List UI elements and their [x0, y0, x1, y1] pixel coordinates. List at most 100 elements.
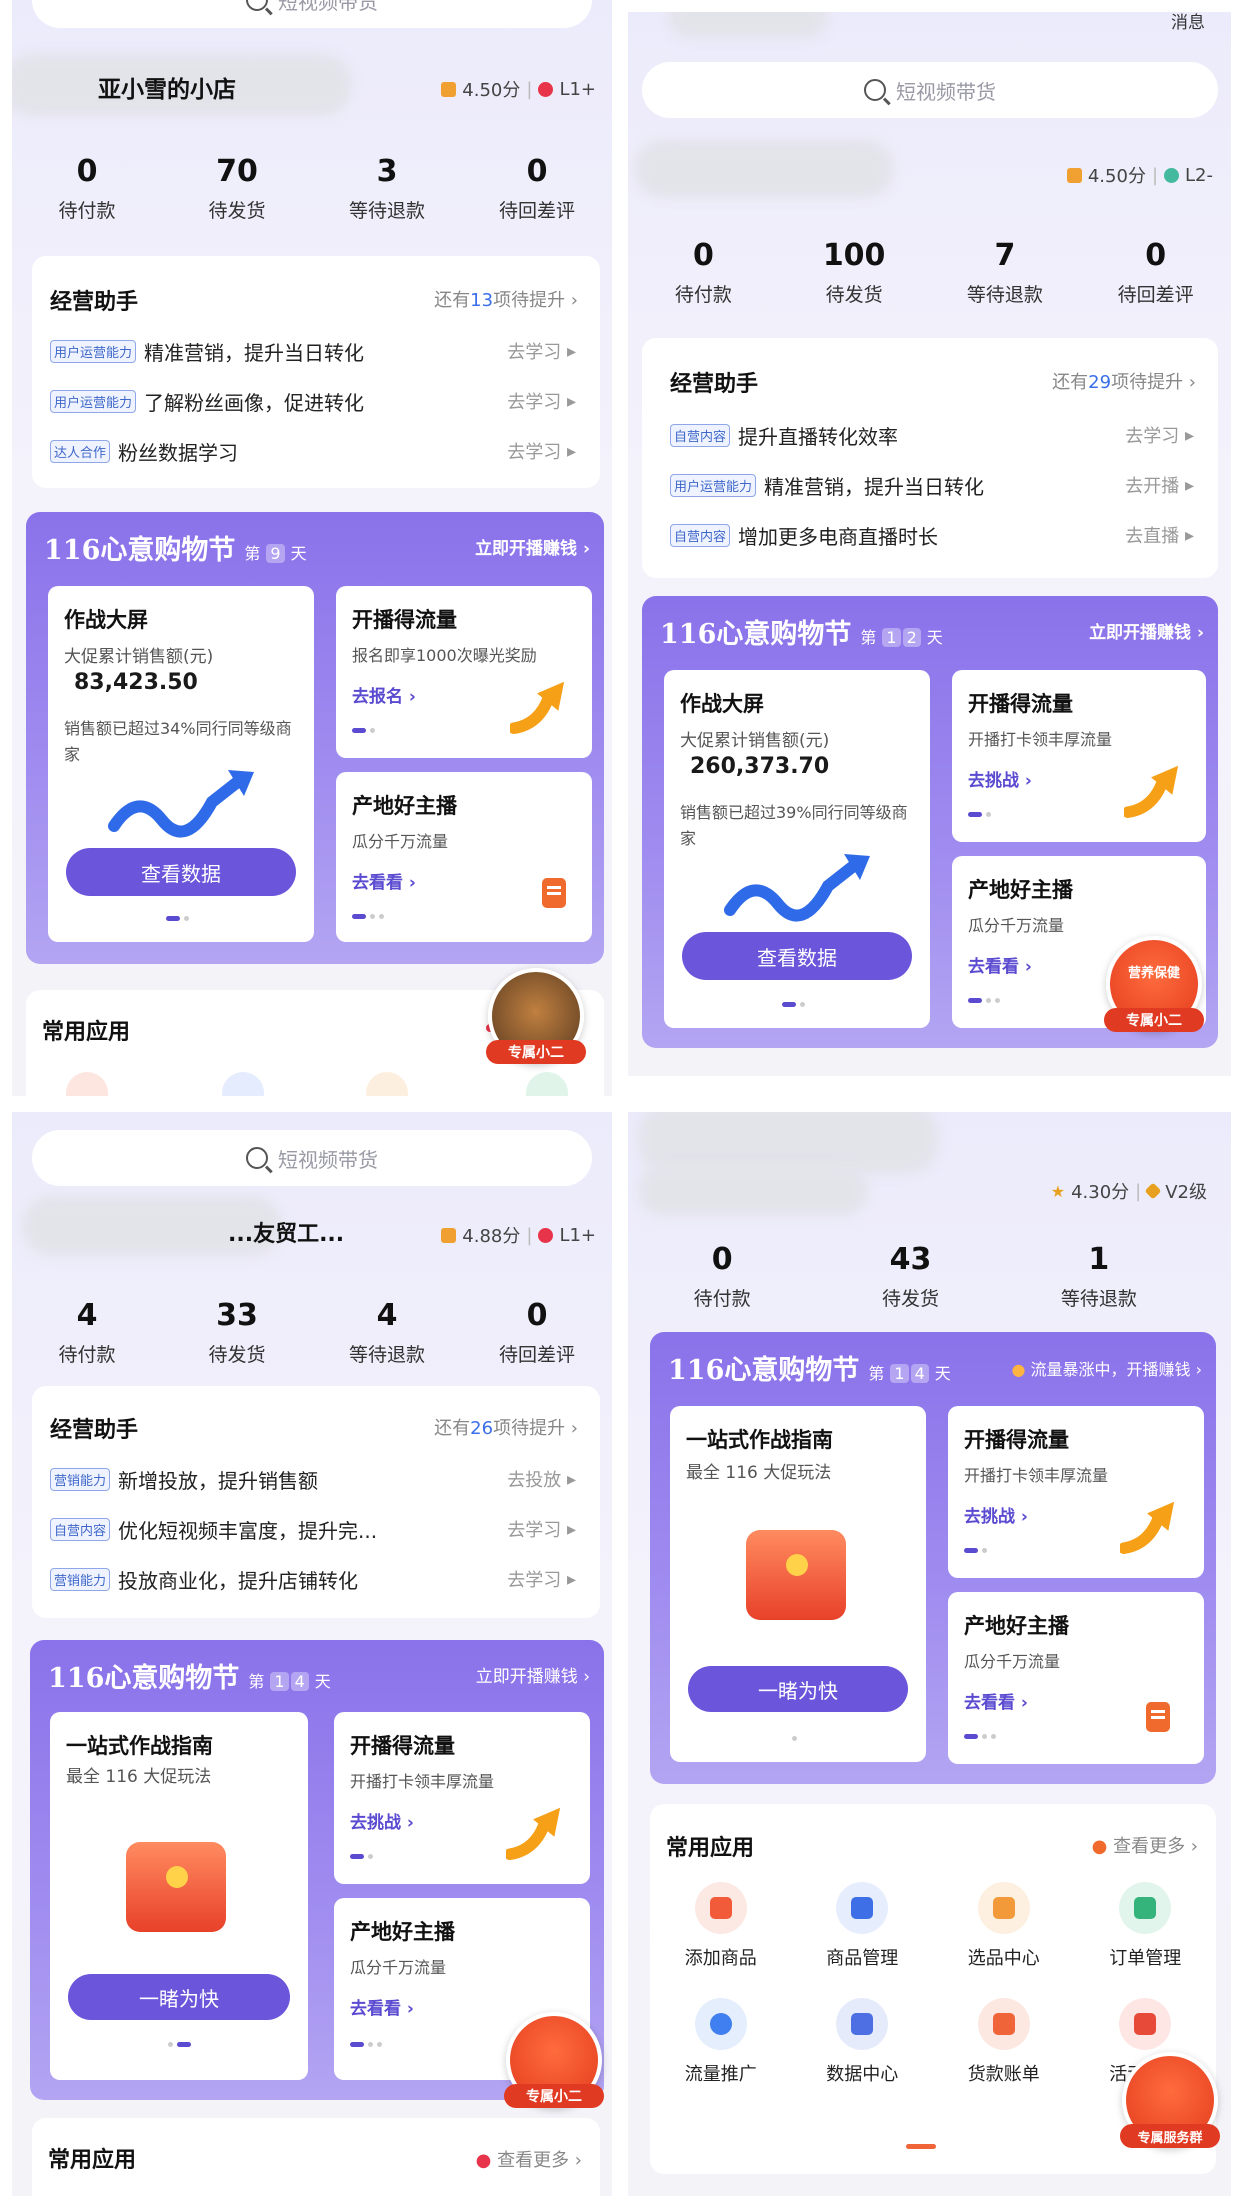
star-icon: ★ — [1050, 1181, 1066, 1201]
battle-screen-title: 作战大屏 — [64, 608, 148, 632]
stat-pending-payment[interactable]: 0 待付款 — [628, 236, 779, 307]
assistant-row[interactable]: 用户运营能力 了解粉丝画像，促进转化 去学习 ▸ — [50, 384, 576, 418]
order-stats: 4 待付款 33 待发货 4 等待退款 0 待回差评 — [12, 1296, 612, 1367]
shop-name[interactable]: 亚小雪的小店 — [98, 70, 236, 104]
search-bar[interactable]: 短视频带货 — [32, 0, 592, 28]
live-traffic-card[interactable]: 开播得流量 开播打卡领丰厚流量 去挑战 › — [334, 1712, 590, 1884]
messages-link[interactable]: 消息 — [1171, 12, 1205, 33]
trend-arrow-icon — [108, 770, 254, 838]
promo-title: 116心意购物节第 9 天 — [44, 535, 307, 566]
apps-more-link[interactable]: ● 查看更多 › — [1092, 1832, 1198, 1858]
battle-screen-card[interactable]: 作战大屏 大促累计销售额(元) 260,373.70 销售额已超过39%同行同等… — [664, 670, 930, 1028]
view-data-button[interactable]: 查看数据 — [66, 848, 296, 896]
apps-more-link[interactable]: ● 查看更多 › — [476, 2146, 582, 2172]
app-data-center[interactable]: 数据中心 — [792, 1998, 934, 2086]
app-product-manage[interactable]: 商品管理 — [792, 1882, 934, 1970]
level-icon — [538, 81, 554, 97]
stat-pending-payment[interactable]: 4 待付款 — [12, 1296, 162, 1367]
level-icon — [538, 1227, 554, 1243]
traffic-icon — [694, 1998, 747, 2050]
battle-screen-card[interactable]: 作战大屏 大促累计销售额(元) 83,423.50 销售额已超过34%同行同等级… — [48, 586, 314, 942]
shop-score[interactable]: 4.50分 | L2- — [1066, 162, 1213, 188]
stat-to-ship[interactable]: 100 待发货 — [779, 236, 930, 307]
battle-guide-card[interactable]: 一站式作战指南 最全 116 大促玩法 一睹为快 — [50, 1712, 308, 2080]
order-stats: 0 待付款 70 待发货 3 等待退款 0 待回差评 — [12, 152, 612, 223]
add-product-icon[interactable] — [66, 1072, 108, 1096]
live-traffic-card[interactable]: 开播得流量 开播打卡领丰厚流量 去挑战 › — [948, 1406, 1204, 1578]
stat-bad-review[interactable]: 0 待回差评 — [1080, 236, 1231, 307]
blurred-avatar — [638, 1166, 868, 1216]
exclusive-service-group-badge[interactable]: 专属服务群 — [1120, 2052, 1220, 2148]
score-icon — [441, 81, 457, 97]
exclusive-staff-badge[interactable]: 专属小二 — [486, 968, 586, 1064]
shop-score[interactable]: 4.88分 | L1+ — [441, 1222, 596, 1248]
stat-to-ship[interactable]: 43 待发货 — [816, 1240, 1004, 1311]
exclusive-staff-badge[interactable]: 营养保健 专属小二 — [1104, 936, 1204, 1032]
blurred-header — [668, 12, 828, 38]
app-traffic-promo[interactable]: 流量推广 — [650, 1998, 792, 2086]
live-traffic-card[interactable]: 开播得流量 开播打卡领丰厚流量 去挑战 › — [952, 670, 1206, 842]
view-data-button[interactable]: 查看数据 — [682, 932, 912, 980]
shop-name[interactable]: ...友贸工... — [228, 1216, 344, 1248]
promo-cta[interactable]: 立即开播赚钱 › — [475, 534, 590, 559]
shop-score[interactable]: 4.50分 | L1+ — [441, 76, 596, 102]
exclusive-staff-badge[interactable]: 专属小二 — [504, 2012, 604, 2108]
live-traffic-card[interactable]: 开播得流量 报名即享1000次曝光奖励 去报名 › — [336, 586, 592, 758]
red-envelope-icon — [126, 1842, 226, 1932]
assistant-row[interactable]: 达人合作 粉丝数据学习 去学习 ▸ — [50, 434, 576, 468]
stat-bad-review[interactable]: 0 待回差评 — [462, 152, 612, 223]
app-order-manage[interactable]: 订单管理 — [1075, 1882, 1217, 1970]
gift-card-icon — [1146, 1702, 1170, 1732]
trend-arrow-icon — [724, 854, 870, 922]
promo-notice[interactable]: ● 流量暴涨中，开播赚钱 › — [1011, 1356, 1202, 1380]
stat-pending-payment[interactable]: 0 待付款 — [628, 1240, 816, 1311]
assistant-row[interactable]: 用户运营能力 精准营销，提升当日转化 去开播 ▸ — [670, 468, 1194, 502]
assistant-more[interactable]: 还有13项待提升 › — [434, 286, 578, 312]
assistant-row[interactable]: 自营内容 提升直播转化效率 去学习 ▸ — [670, 418, 1194, 452]
order-icon[interactable] — [526, 1072, 568, 1096]
shop-score[interactable]: ★ 4.30分 | V2级 — [1051, 1178, 1207, 1204]
battle-guide-card[interactable]: 一站式作战指南 最全 116 大促玩法 一睹为快 — [670, 1406, 926, 1762]
stat-bad-review[interactable]: 0 待回差评 — [462, 1296, 612, 1367]
screenshot-panel-2: 消息 短视频带货 4.50分 | L2- 0 待付款 100 待发货 7 等待退款 0 待回… — [628, 12, 1231, 1076]
order-icon — [1119, 1882, 1172, 1934]
promo-cta[interactable]: 立即开播赚钱 › — [1089, 618, 1204, 643]
assistant-card: 经营助手 还有26项待提升 › 营销能力 新增投放，提升销售额 去投放 ▸ 自营内容… — [32, 1386, 600, 1618]
chart-icon — [836, 1998, 889, 2050]
app-bill[interactable]: 货款账单 — [933, 1998, 1075, 2086]
common-apps-card: 常用应用 ● 查看更多 › — [32, 2118, 600, 2196]
promo-title: 116心意购物节第 1 2 天 — [660, 619, 943, 650]
stat-refund[interactable]: 1 等待退款 — [1005, 1240, 1193, 1311]
assistant-more[interactable]: 还有26项待提升 › — [434, 1414, 578, 1440]
assistant-card: 经营助手 还有13项待提升 › 用户运营能力 精准营销，提升当日转化 去学习 ▸ 用… — [32, 256, 600, 488]
assistant-row[interactable]: 自营内容 优化短视频丰富度，提升完... 去学习 ▸ — [50, 1512, 576, 1546]
origin-anchor-card[interactable]: 产地好主播 瓜分千万流量 去看看 › — [948, 1592, 1204, 1764]
app-selection-center[interactable]: 选品中心 — [933, 1882, 1075, 1970]
assistant-row[interactable]: 营销能力 投放商业化，提升店铺转化 去学习 ▸ — [50, 1562, 576, 1596]
take-a-look-button[interactable]: 一睹为快 — [68, 1974, 290, 2020]
take-a-look-button[interactable]: 一睹为快 — [688, 1666, 908, 1712]
stat-refund[interactable]: 7 等待退款 — [930, 236, 1081, 307]
stat-refund[interactable]: 3 等待退款 — [312, 152, 462, 223]
stat-to-ship[interactable]: 33 待发货 — [162, 1296, 312, 1367]
search-bar[interactable]: 短视频带货 — [642, 62, 1218, 118]
promo-cta[interactable]: 立即开播赚钱 › — [476, 1662, 590, 1687]
assistant-row[interactable]: 用户运营能力 精准营销，提升当日转化 去学习 ▸ — [50, 334, 576, 368]
cart-icon[interactable] — [366, 1072, 408, 1096]
sales-note: 销售额已超过34%同行同等级商家 — [64, 719, 292, 764]
app-add-product[interactable]: 添加商品 — [650, 1882, 792, 1970]
sales-value: 260,373.70 — [690, 754, 830, 779]
stat-refund[interactable]: 4 等待退款 — [312, 1296, 462, 1367]
app-grid: 添加商品 商品管理 选品中心 订单管理 流量推广 数据中心 货款账单 活动报名 — [650, 1882, 1216, 2086]
assistant-row[interactable]: 自营内容 增加更多电商直播时长 去直播 ▸ — [670, 518, 1194, 552]
search-bar[interactable]: 短视频带货 — [32, 1130, 592, 1186]
blurred-avatar — [634, 140, 894, 198]
bag-icon[interactable] — [222, 1072, 264, 1096]
origin-anchor-card[interactable]: 产地好主播 瓜分千万流量 去看看 › — [336, 772, 592, 942]
activity-icon — [1119, 1998, 1172, 2050]
assistant-row[interactable]: 营销能力 新增投放，提升销售额 去投放 ▸ — [50, 1462, 576, 1496]
assistant-more[interactable]: 还有29项待提升 › — [1052, 368, 1196, 394]
stat-pending-payment[interactable]: 0 待付款 — [12, 152, 162, 223]
stat-to-ship[interactable]: 70 待发货 — [162, 152, 312, 223]
promo-title: 116心意购物节第 1 4 天 — [668, 1355, 951, 1386]
